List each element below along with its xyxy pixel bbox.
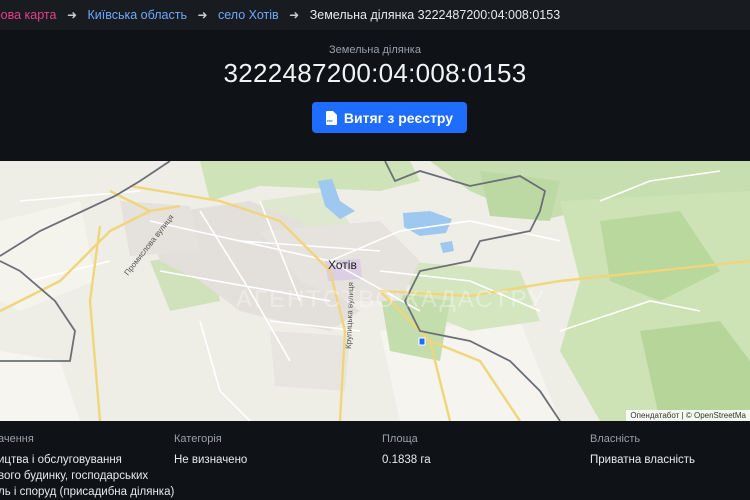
pdf-icon-text: PDF bbox=[326, 118, 333, 123]
parcel-header: Земельна ділянка 3222487200:04:008:0153 … bbox=[0, 30, 750, 160]
detail-purpose: ачення ицтва і обслуговування вого будин… bbox=[0, 433, 174, 500]
cadastral-number: 3222487200:04:008:0153 bbox=[223, 58, 527, 88]
map-canvas[interactable]: Хотів Промислова вулиця Крупицька вулиця… bbox=[0, 161, 750, 421]
breadcrumb-current: Земельна ділянка 3222487200:04:008:0153 bbox=[309, 7, 561, 22]
map-attribution: Опендатабот | © OpenStreetMa bbox=[626, 410, 750, 421]
detail-label: Площа bbox=[382, 433, 418, 445]
pdf-file-icon: PDF bbox=[325, 110, 337, 125]
arrow-right-icon: ➜ bbox=[289, 7, 300, 22]
parcel-details: ачення ицтва і обслуговування вого будин… bbox=[0, 421, 750, 500]
detail-value: 0.1838 га bbox=[382, 454, 431, 466]
detail-area: Площа 0.1838 га bbox=[382, 433, 431, 468]
detail-value: ицтва і обслуговування bbox=[0, 454, 122, 466]
map-watermark: АГЕНТСТВО КАДАСТРУ bbox=[236, 286, 545, 313]
parcel-subtitle: Земельна ділянка bbox=[329, 44, 421, 56]
detail-label: ачення bbox=[0, 433, 34, 445]
breadcrumb-bar: трова карта ➜ Київська область ➜ село Хо… bbox=[0, 0, 750, 30]
breadcrumb-link-village[interactable]: село Хотів bbox=[218, 8, 279, 22]
detail-value: ль і споруд (присадибна ділянка) bbox=[0, 486, 175, 498]
map-view[interactable]: Хотів Промислова вулиця Крупицька вулиця… bbox=[0, 161, 750, 421]
detail-value: Не визначено bbox=[174, 454, 248, 466]
breadcrumb: трова карта ➜ Київська область ➜ село Хо… bbox=[0, 7, 560, 22]
detail-category: Категорія Не визначено bbox=[174, 433, 247, 468]
map-place-label: Хотів bbox=[328, 258, 357, 272]
detail-label: Категорія bbox=[174, 433, 222, 445]
arrow-right-icon: ➜ bbox=[197, 7, 208, 22]
registry-extract-label: Витяг з реєстру bbox=[343, 109, 454, 126]
registry-extract-button[interactable]: PDF Витяг з реєстру bbox=[312, 102, 467, 133]
arrow-right-icon: ➜ bbox=[66, 7, 78, 22]
detail-value: вого будинку, господарських bbox=[0, 470, 149, 482]
detail-value: Приватна власність bbox=[590, 454, 696, 466]
detail-ownership: Власність Приватна власність bbox=[590, 433, 695, 468]
detail-label: Власність bbox=[590, 433, 641, 445]
breadcrumb-link-map[interactable]: трова карта bbox=[0, 8, 56, 22]
breadcrumb-link-region[interactable]: Київська область bbox=[88, 8, 187, 22]
